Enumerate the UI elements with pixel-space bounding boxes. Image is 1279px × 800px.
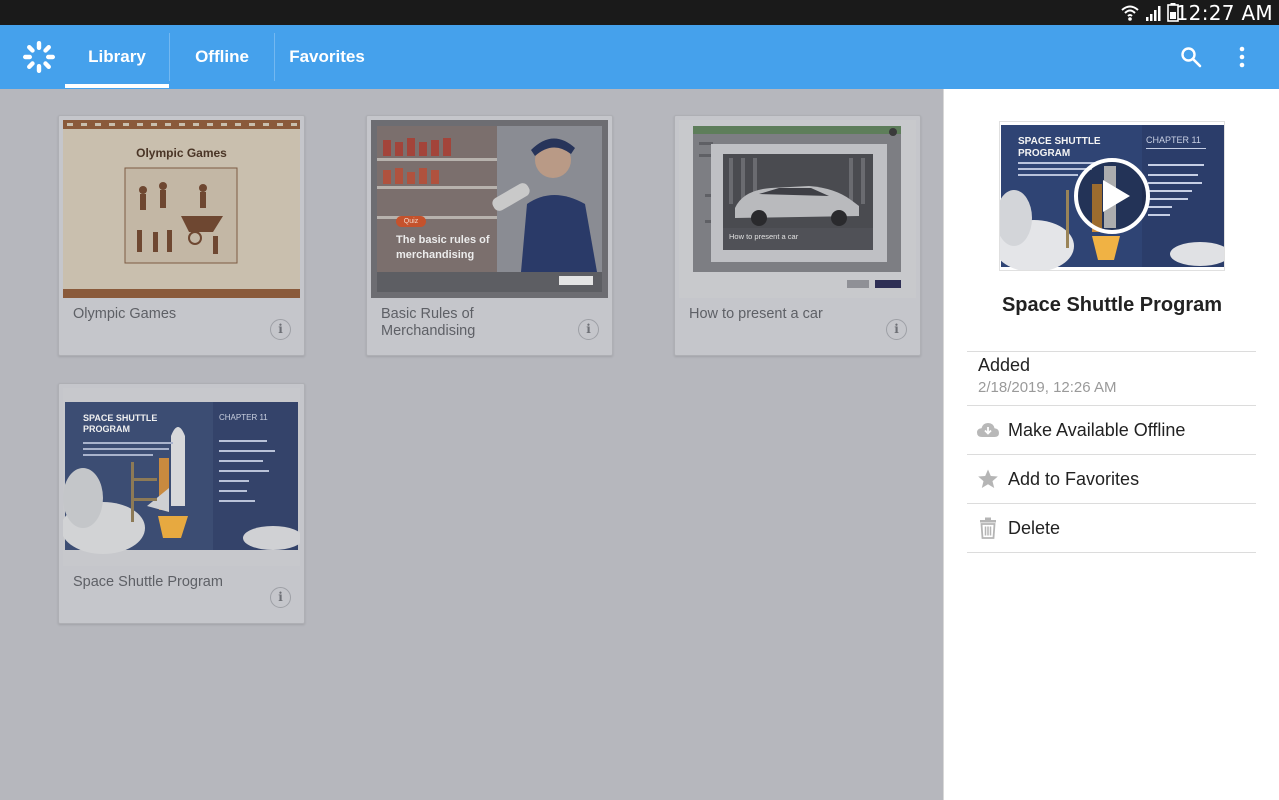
overflow-menu-icon[interactable] <box>1231 45 1253 69</box>
item-title: Olympic Games <box>73 306 177 322</box>
library-grid: Olympic Games Olympic Games i Quiz The b… <box>0 89 943 800</box>
play-icon[interactable] <box>1072 156 1152 236</box>
wifi-icon <box>1121 5 1139 21</box>
tab-offline[interactable]: Offline <box>170 25 274 89</box>
star-icon <box>978 469 998 488</box>
preview-chapter: CHAPTER 11 <box>1146 135 1201 145</box>
preview-thumbnail[interactable]: SPACE SHUTTLE PROGRAM CHAPTER 11 <box>999 121 1225 271</box>
divider <box>967 552 1256 553</box>
make-available-offline-button[interactable]: Make Available Offline <box>967 406 1256 454</box>
delete-button[interactable]: Delete <box>967 504 1256 552</box>
info-icon[interactable]: i <box>578 319 599 340</box>
car-thumbnail-image <box>679 120 916 298</box>
info-icon[interactable]: i <box>270 319 291 340</box>
info-icon[interactable]: i <box>270 587 291 608</box>
item-title: Space Shuttle Program <box>73 574 223 590</box>
library-item-basic-rules[interactable]: Quiz The basic rules of merchandising Ba… <box>366 115 613 356</box>
item-title: Basic Rules of Merchandising <box>381 306 476 339</box>
thumbnail: Olympic Games <box>63 120 300 298</box>
info-icon[interactable]: i <box>886 319 907 340</box>
added-label: Added <box>978 355 1031 375</box>
divider <box>967 351 1256 352</box>
library-item-olympic-games[interactable]: Olympic Games Olympic Games i <box>58 115 305 356</box>
action-label: Make Available Offline <box>1008 419 1186 440</box>
thumbnail-heading: The basic rules of merchandising <box>396 234 490 261</box>
signal-icon <box>1146 5 1161 21</box>
action-label: Add to Favorites <box>1008 468 1140 489</box>
thumbnail-heading: SPACE SHUTTLE PROGRAM <box>83 413 158 434</box>
tab-label: Favorites <box>289 47 365 66</box>
detail-title: Space Shuttle Program <box>1001 294 1223 316</box>
status-icons <box>1121 3 1179 22</box>
status-bar: 12:27 AM <box>0 0 1279 25</box>
tab-favorites[interactable]: Favorites <box>275 25 379 89</box>
thumbnail-heading: Olympic Games <box>136 146 227 160</box>
thumbnail-chapter: CHAPTER 11 <box>219 413 268 422</box>
cloud-download-icon <box>977 423 999 437</box>
app-logo-icon[interactable] <box>21 39 57 75</box>
detail-panel: SPACE SHUTTLE PROGRAM CHAPTER 11 Space S… <box>943 89 1279 800</box>
search-icon[interactable] <box>1180 46 1202 68</box>
merchandising-thumbnail-image <box>371 120 608 298</box>
app-bar: Library Offline Favorites <box>0 25 1279 89</box>
item-title: How to present a car <box>689 306 823 322</box>
library-item-present-car[interactable]: How to present a car How to present a ca… <box>674 115 921 356</box>
trash-icon <box>980 517 996 539</box>
tab-label: Library <box>88 47 146 66</box>
action-label: Delete <box>1008 517 1061 538</box>
add-to-favorites-button[interactable]: Add to Favorites <box>967 455 1256 503</box>
tab-label: Offline <box>195 47 249 66</box>
added-date: 2/18/2019, 12:26 AM <box>978 379 1117 396</box>
library-item-space-shuttle[interactable]: SPACE SHUTTLE PROGRAM CHAPTER 11 Space S… <box>58 383 305 624</box>
quiz-badge: Quiz <box>396 216 426 227</box>
thumbnail: SPACE SHUTTLE PROGRAM CHAPTER 11 <box>63 388 300 566</box>
thumbnail: How to present a car <box>679 120 916 298</box>
tab-library[interactable]: Library <box>65 25 169 89</box>
thumbnail: Quiz The basic rules of merchandising <box>371 120 608 298</box>
thumbnail-caption: How to present a car <box>729 232 799 241</box>
status-time: 12:27 AM <box>1175 1 1273 25</box>
